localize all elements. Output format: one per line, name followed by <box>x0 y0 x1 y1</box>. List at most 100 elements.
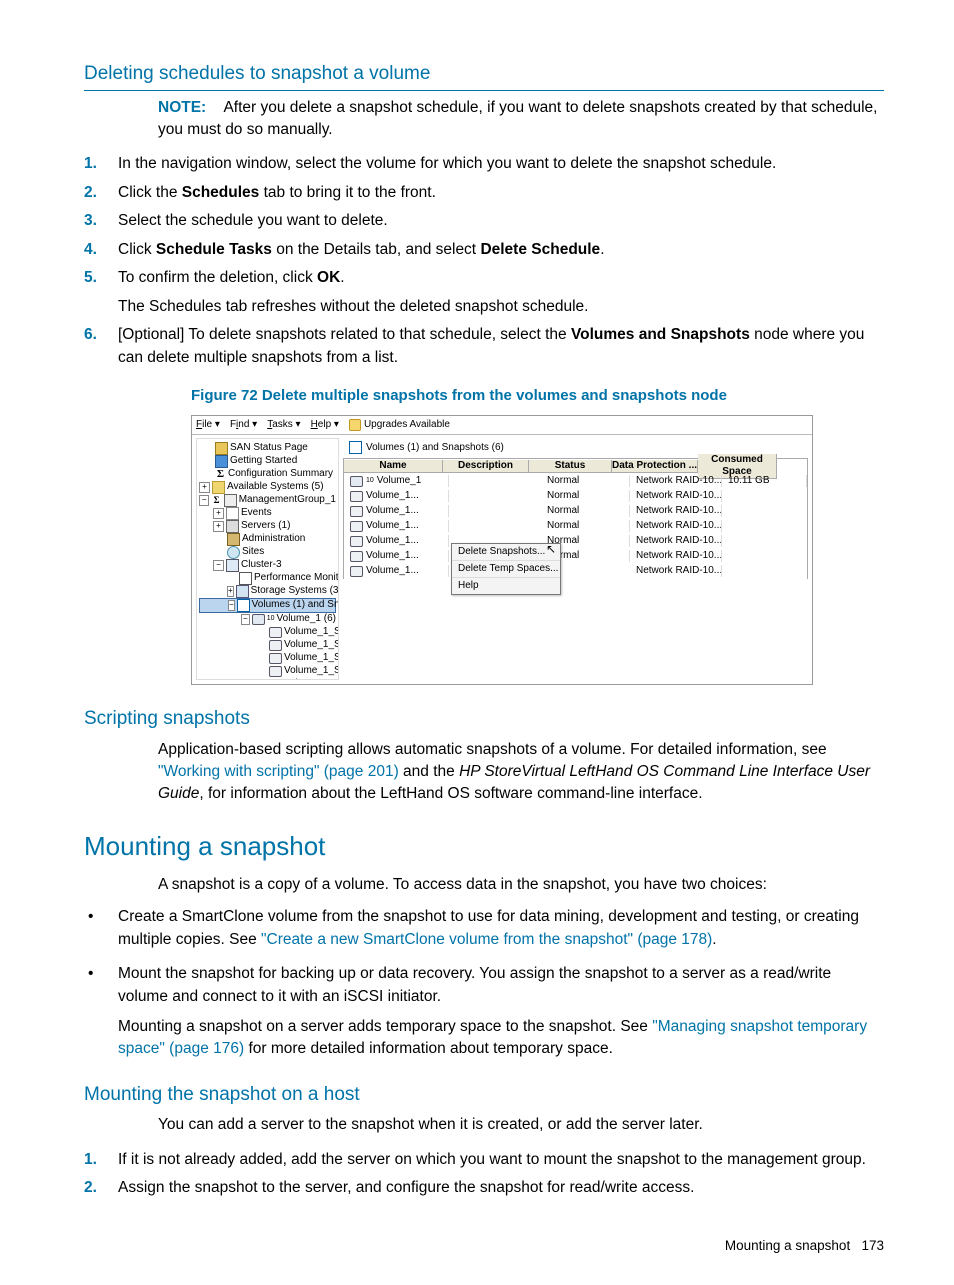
ctx-delete-snapshots[interactable]: Delete Snapshots... <box>452 544 560 561</box>
tree-config-summary[interactable]: Configuration Summary <box>228 468 333 480</box>
step-6: [Optional] To delete snapshots related t… <box>84 324 884 369</box>
tree-snap[interactable]: Volume_1_sn <box>284 678 339 680</box>
snapshot-icon <box>269 640 282 651</box>
menu-help[interactable]: Help ▾ <box>311 419 339 431</box>
table-row[interactable]: Volume_1...NormalNetwork RAID-10... <box>344 489 807 504</box>
page-footer: Mounting a snapshot 173 <box>84 1236 884 1256</box>
mounting-bullets: Create a SmartClone volume from the snap… <box>84 906 884 1061</box>
globe-icon <box>227 546 240 559</box>
mounting-intro: A snapshot is a copy of a volume. To acc… <box>158 874 884 896</box>
expand-icon[interactable]: + <box>199 482 210 493</box>
figure-caption: Figure 72 Delete multiple snapshots from… <box>191 385 884 407</box>
tree-snap[interactable]: Volume_1_Sc <box>284 626 339 638</box>
group-icon <box>224 494 237 507</box>
sigma-icon: Σ <box>215 468 226 480</box>
step-1: In the navigation window, select the vol… <box>84 153 884 175</box>
steps-delete-schedule: In the navigation window, select the vol… <box>84 153 884 369</box>
tree-cluster[interactable]: Cluster-3 <box>241 559 282 571</box>
snapshot-icon <box>269 653 282 664</box>
collapse-icon[interactable]: − <box>228 600 235 611</box>
server-icon <box>226 520 239 533</box>
tree-volumes-snapshots[interactable]: Volumes (1) and Snapsl <box>252 599 339 611</box>
bullet-mount-snapshot: Mount the snapshot for backing up or dat… <box>84 963 884 1061</box>
figure-screenshot: File ▾ Find ▾ Tasks ▾ Help ▾ Upgrades Av… <box>191 415 813 685</box>
sigma-icon: Σ <box>211 494 221 506</box>
expand-icon[interactable]: + <box>213 508 224 519</box>
snapshot-icon <box>350 551 363 562</box>
menu-find[interactable]: Find ▾ <box>230 419 257 431</box>
tree-available-systems[interactable]: Available Systems (5) <box>227 481 324 493</box>
step-host-2: Assign the snapshot to the server, and c… <box>84 1177 884 1199</box>
table-row[interactable]: Volume_1...NormalNetwork RAID-10... <box>344 504 807 519</box>
tree-mgmt-group[interactable]: ManagementGroup_1 <box>239 494 336 506</box>
col-status[interactable]: Status <box>529 460 612 473</box>
expand-icon[interactable]: + <box>227 586 234 597</box>
tree-snap[interactable]: Volume_1_Sc <box>284 652 339 664</box>
collapse-icon[interactable]: − <box>241 614 250 625</box>
steps-mount-host: If it is not already added, add the serv… <box>84 1149 884 1200</box>
table-row[interactable]: Volume_1...NormalNetwork RAID-10... <box>344 534 807 549</box>
step-2: Click the Schedules tab to bring it to t… <box>84 182 884 204</box>
link-create-smartclone[interactable]: "Create a new SmartClone volume from the… <box>261 931 712 948</box>
tree-events[interactable]: Events <box>241 507 272 519</box>
snapshot-icon <box>350 536 363 547</box>
snapshot-icon <box>350 506 363 517</box>
collapse-icon[interactable]: − <box>213 560 224 571</box>
snapshot-icon <box>350 491 363 502</box>
note-block: NOTE: After you delete a snapshot schedu… <box>158 97 884 142</box>
tree-servers[interactable]: Servers (1) <box>241 520 290 532</box>
tree-snap[interactable]: Volume_1_Sc <box>284 639 339 651</box>
table-row[interactable]: Volume_1...Network RAID-10... <box>344 564 807 579</box>
step-3: Select the schedule you want to delete. <box>84 210 884 232</box>
table-row[interactable]: Volume_1...NormalNetwork RAID-10... <box>344 549 807 564</box>
snapshot-icon <box>350 521 363 532</box>
col-description[interactable]: Description <box>443 460 529 473</box>
collapse-icon[interactable]: − <box>199 495 209 506</box>
table-row[interactable]: 10Volume_1NormalNetwork RAID-10...10.11 … <box>344 474 807 489</box>
monitor-icon <box>239 572 252 585</box>
tree-storage-systems[interactable]: Storage Systems (3) <box>251 585 339 597</box>
table-header-row: Name Description Status Data Protection … <box>344 459 807 474</box>
note-label: NOTE: <box>158 99 206 116</box>
step-5-note: The Schedules tab refreshes without the … <box>118 296 884 318</box>
col-data-protection[interactable]: Data Protection ... <box>612 460 698 473</box>
home-icon <box>215 442 228 455</box>
ctx-help[interactable]: Help <box>452 578 560 594</box>
app-menubar: File ▾ Find ▾ Tasks ▾ Help ▾ Upgrades Av… <box>192 416 812 435</box>
tool-icon <box>227 533 240 546</box>
page-number: 173 <box>861 1238 884 1253</box>
tree-sites[interactable]: Sites <box>242 546 264 558</box>
step-host-1: If it is not already added, add the serv… <box>84 1149 884 1171</box>
tree-perf-monitor[interactable]: Performance Monitor <box>254 572 339 584</box>
link-working-with-scripting[interactable]: "Working with scripting" (page 201) <box>158 763 399 780</box>
menu-tasks[interactable]: Tasks ▾ <box>267 419 300 431</box>
section-mounting-on-host: Mounting the snapshot on a host <box>84 1081 884 1109</box>
expand-icon[interactable]: + <box>213 521 224 532</box>
doc-icon <box>226 507 239 520</box>
table-row[interactable]: Volume_1...NormalNetwork RAID-10... <box>344 519 807 534</box>
tree-snap[interactable]: Volume_1_Sc <box>284 665 339 677</box>
tree-san-status[interactable]: SAN Status Page <box>230 442 308 454</box>
snapshot-icon <box>269 627 282 638</box>
step-5: To confirm the deletion, click OK. The S… <box>84 267 884 318</box>
folder-icon <box>212 481 225 494</box>
volumes-icon <box>349 441 362 454</box>
volumes-icon <box>237 599 250 612</box>
navigation-tree[interactable]: SAN Status Page Getting Started ΣConfigu… <box>196 438 339 680</box>
section-scripting-snapshots: Scripting snapshots <box>84 705 884 733</box>
menu-file[interactable]: File ▾ <box>196 419 220 431</box>
note-text: After you delete a snapshot schedule, if… <box>158 99 877 138</box>
col-name[interactable]: Name <box>344 460 443 473</box>
ctx-delete-temp-spaces[interactable]: Delete Temp Spaces... <box>452 561 560 578</box>
storage-icon <box>236 585 249 598</box>
tree-volume-1[interactable]: Volume_1 (6) <box>277 613 336 625</box>
volume-icon <box>252 614 265 625</box>
tree-getting-started[interactable]: Getting Started <box>230 455 297 467</box>
scripting-paragraph: Application-based scripting allows autom… <box>158 739 884 806</box>
section-deleting-schedules: Deleting schedules to snapshot a volume <box>84 60 884 91</box>
tree-administration[interactable]: Administration <box>242 533 305 545</box>
volume-icon <box>350 476 363 487</box>
upgrades-available[interactable]: Upgrades Available <box>349 419 450 431</box>
cluster-icon <box>226 559 239 572</box>
mounting-host-intro: You can add a server to the snapshot whe… <box>158 1114 884 1136</box>
